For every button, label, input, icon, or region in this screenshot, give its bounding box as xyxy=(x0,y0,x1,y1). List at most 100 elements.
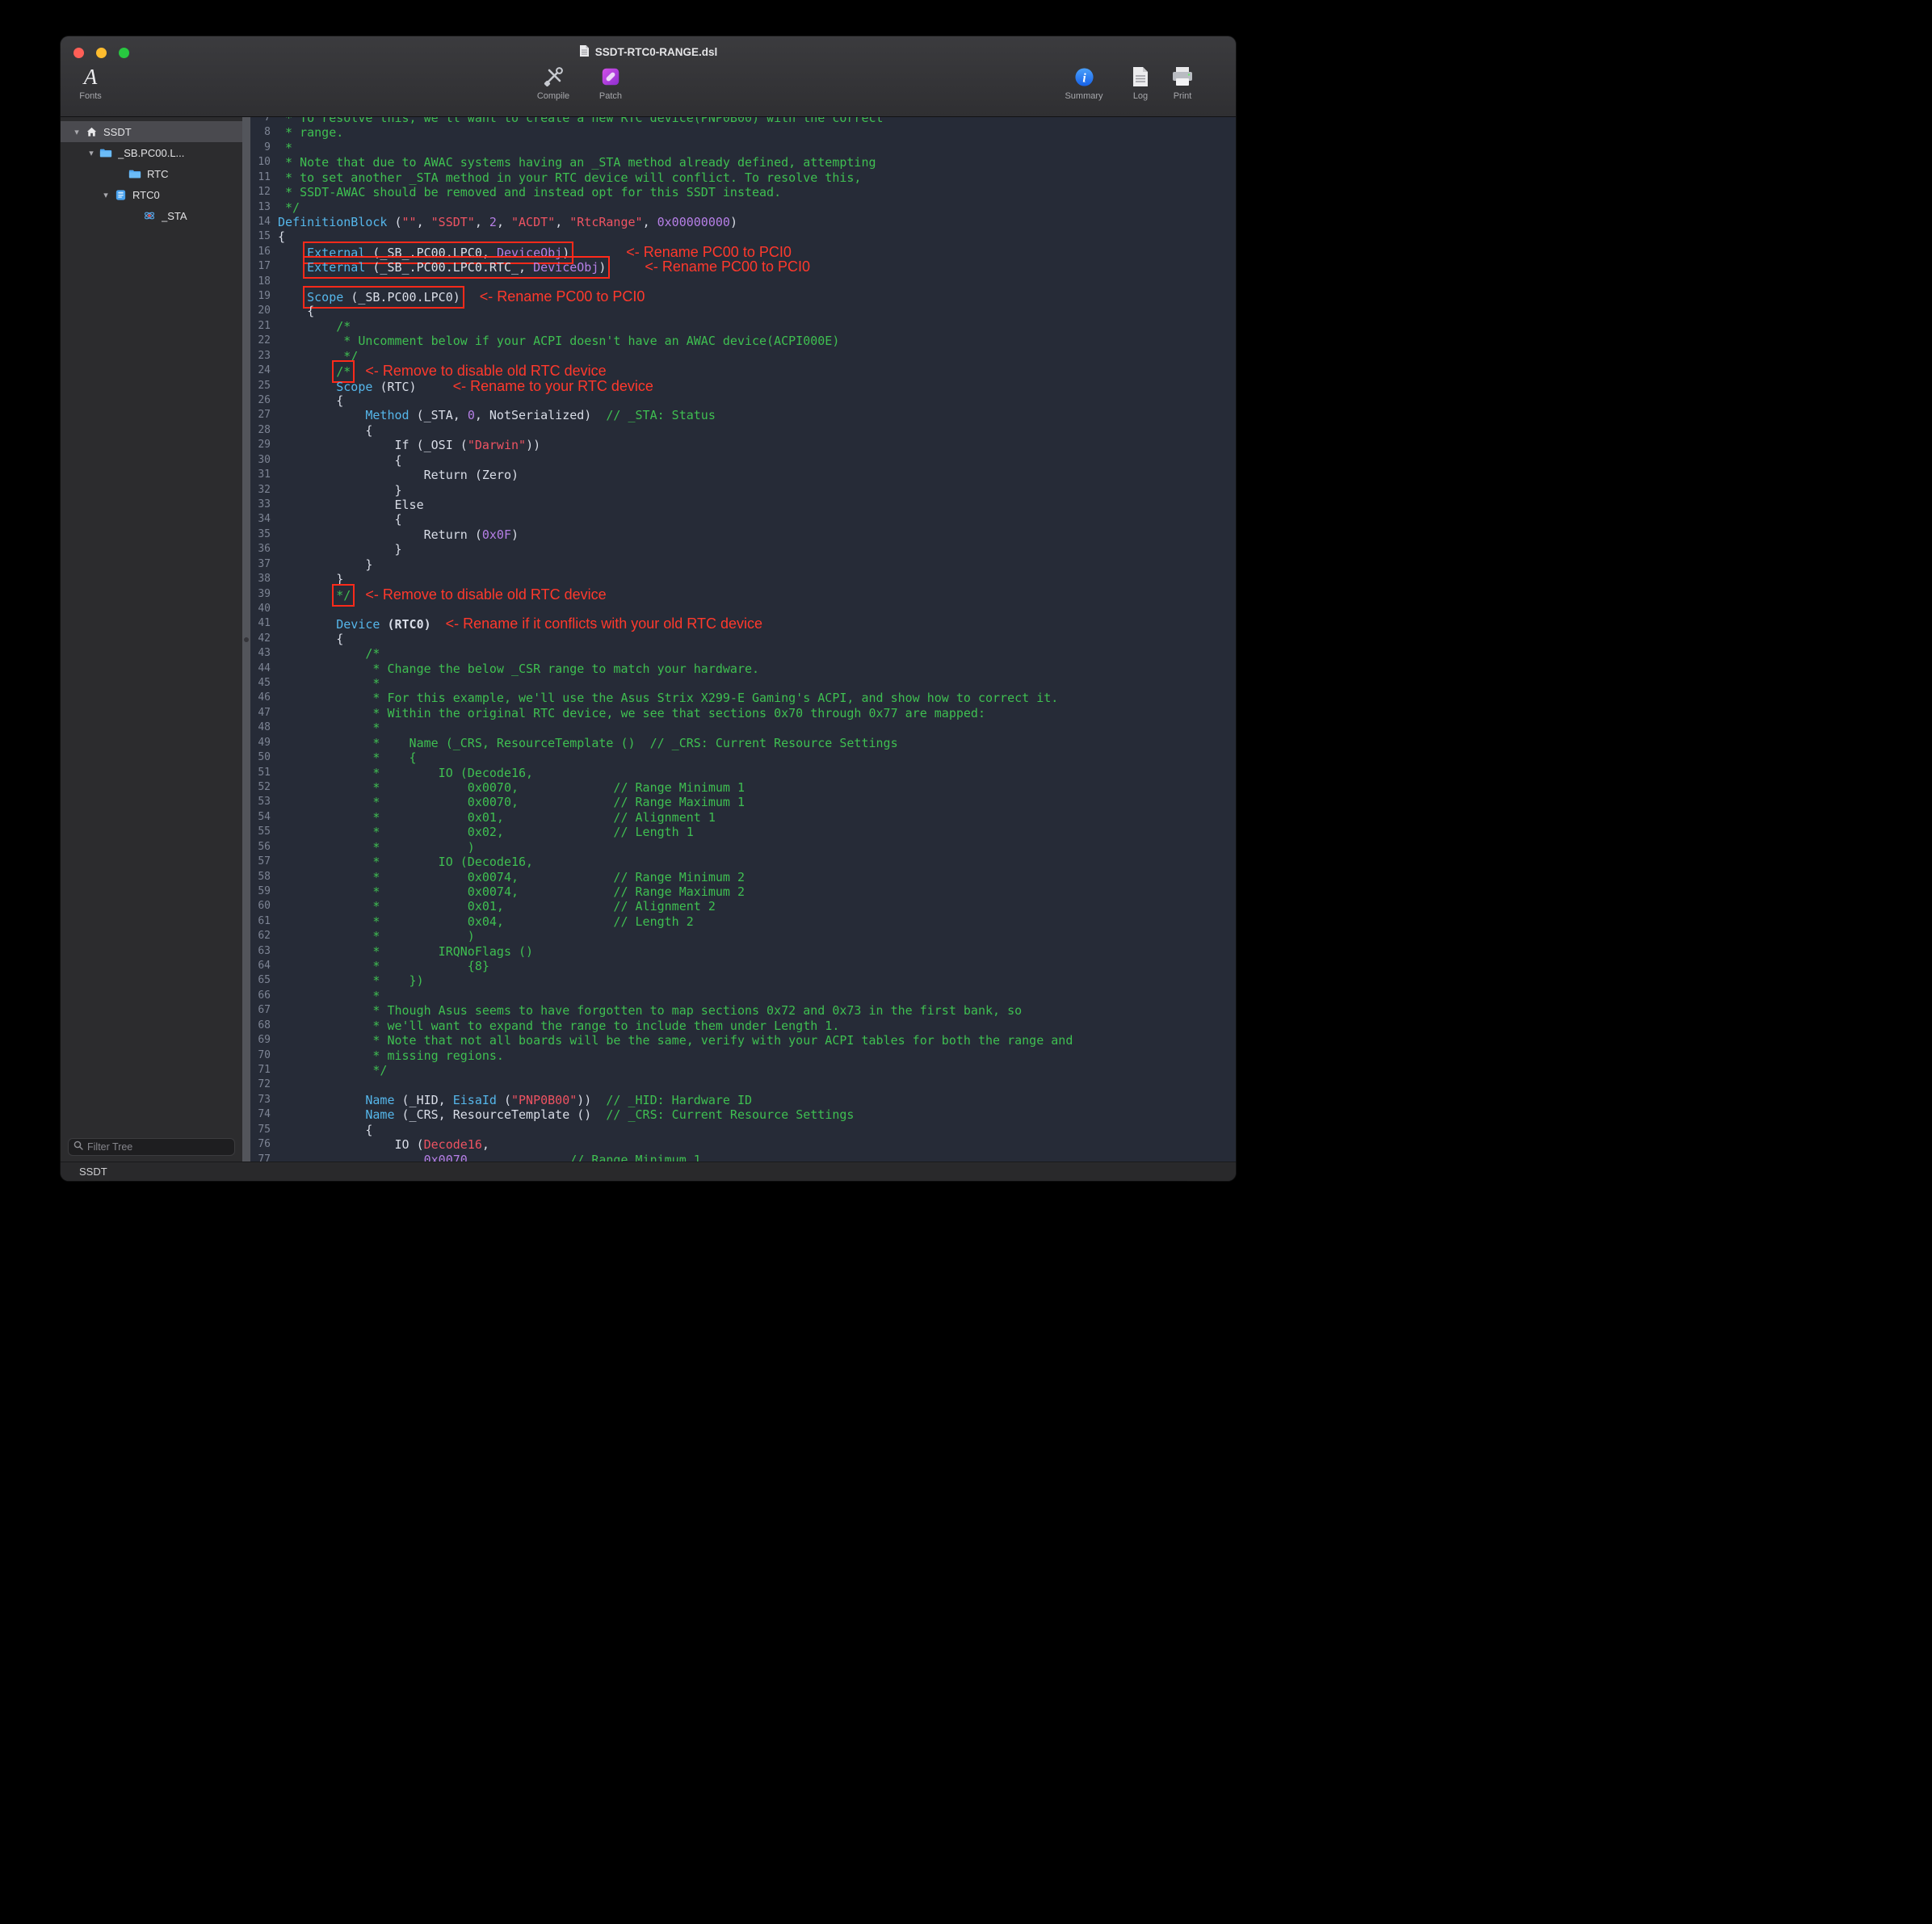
tree-item-label: RTC0 xyxy=(132,189,160,201)
tree-item-rtc0[interactable]: ▾ RTC0 xyxy=(61,184,242,205)
line-number: 20 xyxy=(250,304,278,318)
annotation-text: <- Rename if it conflicts with your old … xyxy=(446,615,762,632)
line-number: 76 xyxy=(250,1137,278,1152)
document-icon xyxy=(579,44,590,60)
toolbar-patch-button[interactable]: Patch xyxy=(586,64,636,114)
code-line-19: 19 Scope (_SB.PC00.LPC0)<- Rename PC00 t… xyxy=(250,289,1236,304)
sidebar: ▾SSDT▾_SB.PC00.L... RTC ▾ RTC0 _STA xyxy=(61,117,242,1162)
disclosure-triangle-icon[interactable]: ▾ xyxy=(99,190,112,200)
code-line-56: 56 * ) xyxy=(250,840,1236,855)
line-number: 73 xyxy=(250,1093,278,1107)
code-editor[interactable]: 7 * To resolve this, we'll want to creat… xyxy=(250,117,1236,1162)
tree-item-sb-pc00-lpc0[interactable]: ▾_SB.PC00.L... xyxy=(61,142,242,163)
filter-field[interactable] xyxy=(68,1138,235,1156)
line-number: 51 xyxy=(250,766,278,780)
line-number: 41 xyxy=(250,616,278,631)
toolbar-log-button[interactable]: Log xyxy=(1122,64,1159,114)
code-line-59: 59 * 0x0074, // Range Maximum 2 xyxy=(250,884,1236,899)
line-number: 8 xyxy=(250,125,278,140)
line-number: 16 xyxy=(250,245,278,259)
toolbar-fonts-button[interactable]: AFonts xyxy=(64,64,117,114)
device-icon xyxy=(112,189,128,201)
code-line-36: 36 } xyxy=(250,542,1236,557)
toolbar-compile-button[interactable]: Compile xyxy=(524,64,582,114)
line-number: 14 xyxy=(250,215,278,229)
tree-item-ssdt[interactable]: ▾SSDT xyxy=(61,121,242,142)
tree-item-rtc[interactable]: RTC xyxy=(61,163,242,184)
code-line-71: 71 */ xyxy=(250,1063,1236,1078)
line-number: 72 xyxy=(250,1078,278,1092)
line-number: 56 xyxy=(250,840,278,855)
line-number: 47 xyxy=(250,706,278,720)
code-line-60: 60 * 0x01, // Alignment 2 xyxy=(250,899,1236,914)
code-line-15: 15{ xyxy=(250,229,1236,244)
tree-item-sta[interactable]: _STA xyxy=(61,205,242,226)
window-title-area: SSDT-RTC0-RANGE.dsl xyxy=(61,44,1236,60)
line-number: 37 xyxy=(250,557,278,572)
line-number: 13 xyxy=(250,200,278,215)
disclosure-triangle-icon[interactable]: ▾ xyxy=(85,148,98,158)
line-number: 53 xyxy=(250,795,278,809)
annotation-box: /* xyxy=(336,364,351,379)
code-line-24: 24 /*<- Remove to disable old RTC device xyxy=(250,363,1236,378)
code-line-17: 17 External (_SB_.PC00.LPC0.RTC_, Device… xyxy=(250,259,1236,274)
line-number: 30 xyxy=(250,453,278,468)
code-line-13: 13 */ xyxy=(250,200,1236,215)
maciasl-window: SSDT-RTC0-RANGE.dsl AFontsCompilePatchiS… xyxy=(61,36,1236,1181)
toolbar-label: Summary xyxy=(1065,91,1102,101)
code-line-44: 44 * Change the below _CSR range to matc… xyxy=(250,662,1236,676)
code-line-72: 72 xyxy=(250,1078,1236,1092)
line-number: 58 xyxy=(250,870,278,884)
patch-icon xyxy=(600,64,621,90)
line-number: 74 xyxy=(250,1107,278,1122)
line-number: 50 xyxy=(250,750,278,765)
line-number: 24 xyxy=(250,363,278,378)
line-number: 27 xyxy=(250,408,278,422)
annotation-text: <- Remove to disable old RTC device xyxy=(365,586,606,603)
code-line-32: 32 } xyxy=(250,483,1236,498)
code-line-52: 52 * 0x0070, // Range Minimum 1 xyxy=(250,780,1236,795)
line-number: 38 xyxy=(250,572,278,586)
code-line-20: 20 { xyxy=(250,304,1236,318)
code-line-63: 63 * IRQNoFlags () xyxy=(250,944,1236,959)
line-number: 43 xyxy=(250,646,278,661)
filter-input[interactable] xyxy=(87,1141,229,1153)
line-number: 61 xyxy=(250,914,278,929)
code-line-22: 22 * Uncomment below if your ACPI doesn'… xyxy=(250,334,1236,348)
code-line-14: 14DefinitionBlock ("", "SSDT", 2, "ACDT"… xyxy=(250,215,1236,229)
code-line-64: 64 * {8} xyxy=(250,959,1236,973)
line-number: 22 xyxy=(250,334,278,348)
line-number: 35 xyxy=(250,527,278,542)
code-line-35: 35 Return (0x0F) xyxy=(250,527,1236,542)
code-line-73: 73 Name (_HID, EisaId ("PNP0B00")) // _H… xyxy=(250,1093,1236,1107)
status-text: SSDT xyxy=(79,1166,107,1178)
method-icon xyxy=(141,210,158,221)
line-number: 21 xyxy=(250,319,278,334)
fonts-icon: A xyxy=(84,64,98,90)
line-number: 12 xyxy=(250,185,278,200)
compile-icon xyxy=(542,64,565,90)
line-number: 11 xyxy=(250,170,278,185)
divider-handle xyxy=(244,637,249,642)
toolbar-summary-button[interactable]: iSummary xyxy=(1055,64,1113,114)
toolbar-label: Fonts xyxy=(79,91,102,101)
annotation-box: External (_SB_.PC00.LPC0.RTC_, DeviceObj… xyxy=(307,260,606,275)
code-line-34: 34 { xyxy=(250,512,1236,527)
toolbar-print-button[interactable]: Print xyxy=(1159,64,1206,114)
summary-icon: i xyxy=(1074,64,1094,90)
code-line-53: 53 * 0x0070, // Range Maximum 1 xyxy=(250,795,1236,809)
split-divider[interactable] xyxy=(242,117,250,1162)
code-line-75: 75 { xyxy=(250,1123,1236,1137)
disclosure-triangle-icon[interactable]: ▾ xyxy=(70,127,83,137)
tree-item-label: RTC xyxy=(147,168,168,180)
annotation-text: <- Rename PC00 to PCI0 xyxy=(480,288,645,305)
print-icon xyxy=(1171,64,1194,90)
line-number: 63 xyxy=(250,944,278,959)
line-number: 70 xyxy=(250,1048,278,1063)
line-number: 67 xyxy=(250,1003,278,1018)
code-line-77: 77 0x0070, // Range Minimum 1 xyxy=(250,1153,1236,1162)
toolbar-label: Patch xyxy=(599,91,622,101)
line-number: 68 xyxy=(250,1019,278,1033)
code-line-8: 8 * range. xyxy=(250,125,1236,140)
annotation-text: <- Rename to your RTC device xyxy=(453,378,653,394)
